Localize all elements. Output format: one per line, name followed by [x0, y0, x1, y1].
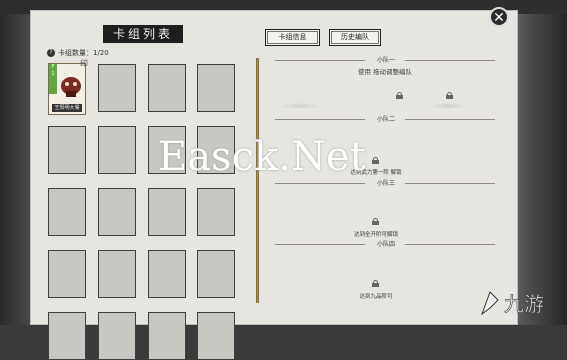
lock-icon	[372, 157, 379, 164]
card-level: F1	[49, 64, 57, 94]
panel-title: 卡组列表	[103, 25, 183, 43]
card-stamp-icon: 印	[80, 59, 88, 68]
group-header-4: 小队四	[275, 239, 495, 249]
deck-slot[interactable]	[48, 188, 86, 236]
deck-slot[interactable]	[98, 126, 136, 174]
deck-slot[interactable]	[98, 64, 136, 112]
lock-icon	[446, 92, 453, 99]
jiuyou-logo: 九游	[480, 291, 544, 316]
deck-slot[interactable]	[197, 312, 235, 360]
close-button[interactable]: ✕	[489, 7, 509, 27]
deck-count-label: 卡组数量：1/20	[58, 49, 109, 57]
deck-slot[interactable]	[48, 126, 86, 174]
group-header-2: 小队二	[275, 114, 495, 124]
deck-slot[interactable]	[98, 188, 136, 236]
unlock-requirement: 达到九品阶可	[359, 294, 393, 300]
formation-button[interactable]: 历史编队	[329, 29, 381, 46]
lock-icon	[372, 218, 379, 225]
deck-count: ? 卡组数量：1/20	[47, 48, 109, 58]
deck-card[interactable]: F1 王阳明大儒	[48, 63, 86, 115]
card-portrait-icon	[61, 77, 81, 97]
deck-slot[interactable]	[148, 64, 186, 112]
question-icon[interactable]: ?	[47, 49, 55, 57]
deck-info-button[interactable]: 卡组信息	[265, 29, 320, 46]
svg-text:九游: 九游	[504, 292, 544, 316]
lock-icon	[372, 280, 379, 287]
deck-slot[interactable]	[48, 250, 86, 298]
deck-slot[interactable]	[98, 250, 136, 298]
lock-icon	[396, 92, 403, 99]
formation-hint: 使用 拖动调整编队	[357, 68, 413, 76]
empty-slot-mark	[280, 103, 320, 109]
unlock-requirement: 达到全开阶可解锁	[353, 232, 398, 238]
card-name: 王阳明大儒	[52, 104, 82, 112]
deck-slot[interactable]	[148, 188, 186, 236]
deck-slot[interactable]	[197, 64, 235, 112]
deck-slot[interactable]	[197, 188, 235, 236]
deck-slot[interactable]	[148, 312, 186, 360]
group-header-1: 小队一	[275, 55, 495, 65]
deck-slot[interactable]	[48, 312, 86, 360]
deck-slot[interactable]	[98, 312, 136, 360]
empty-slot-mark	[430, 103, 468, 109]
scroll-divider[interactable]	[256, 58, 259, 303]
deck-slot[interactable]	[197, 250, 235, 298]
watermark: Easck.Net	[158, 134, 366, 180]
close-icon: ✕	[493, 10, 505, 26]
deck-slot[interactable]	[148, 250, 186, 298]
